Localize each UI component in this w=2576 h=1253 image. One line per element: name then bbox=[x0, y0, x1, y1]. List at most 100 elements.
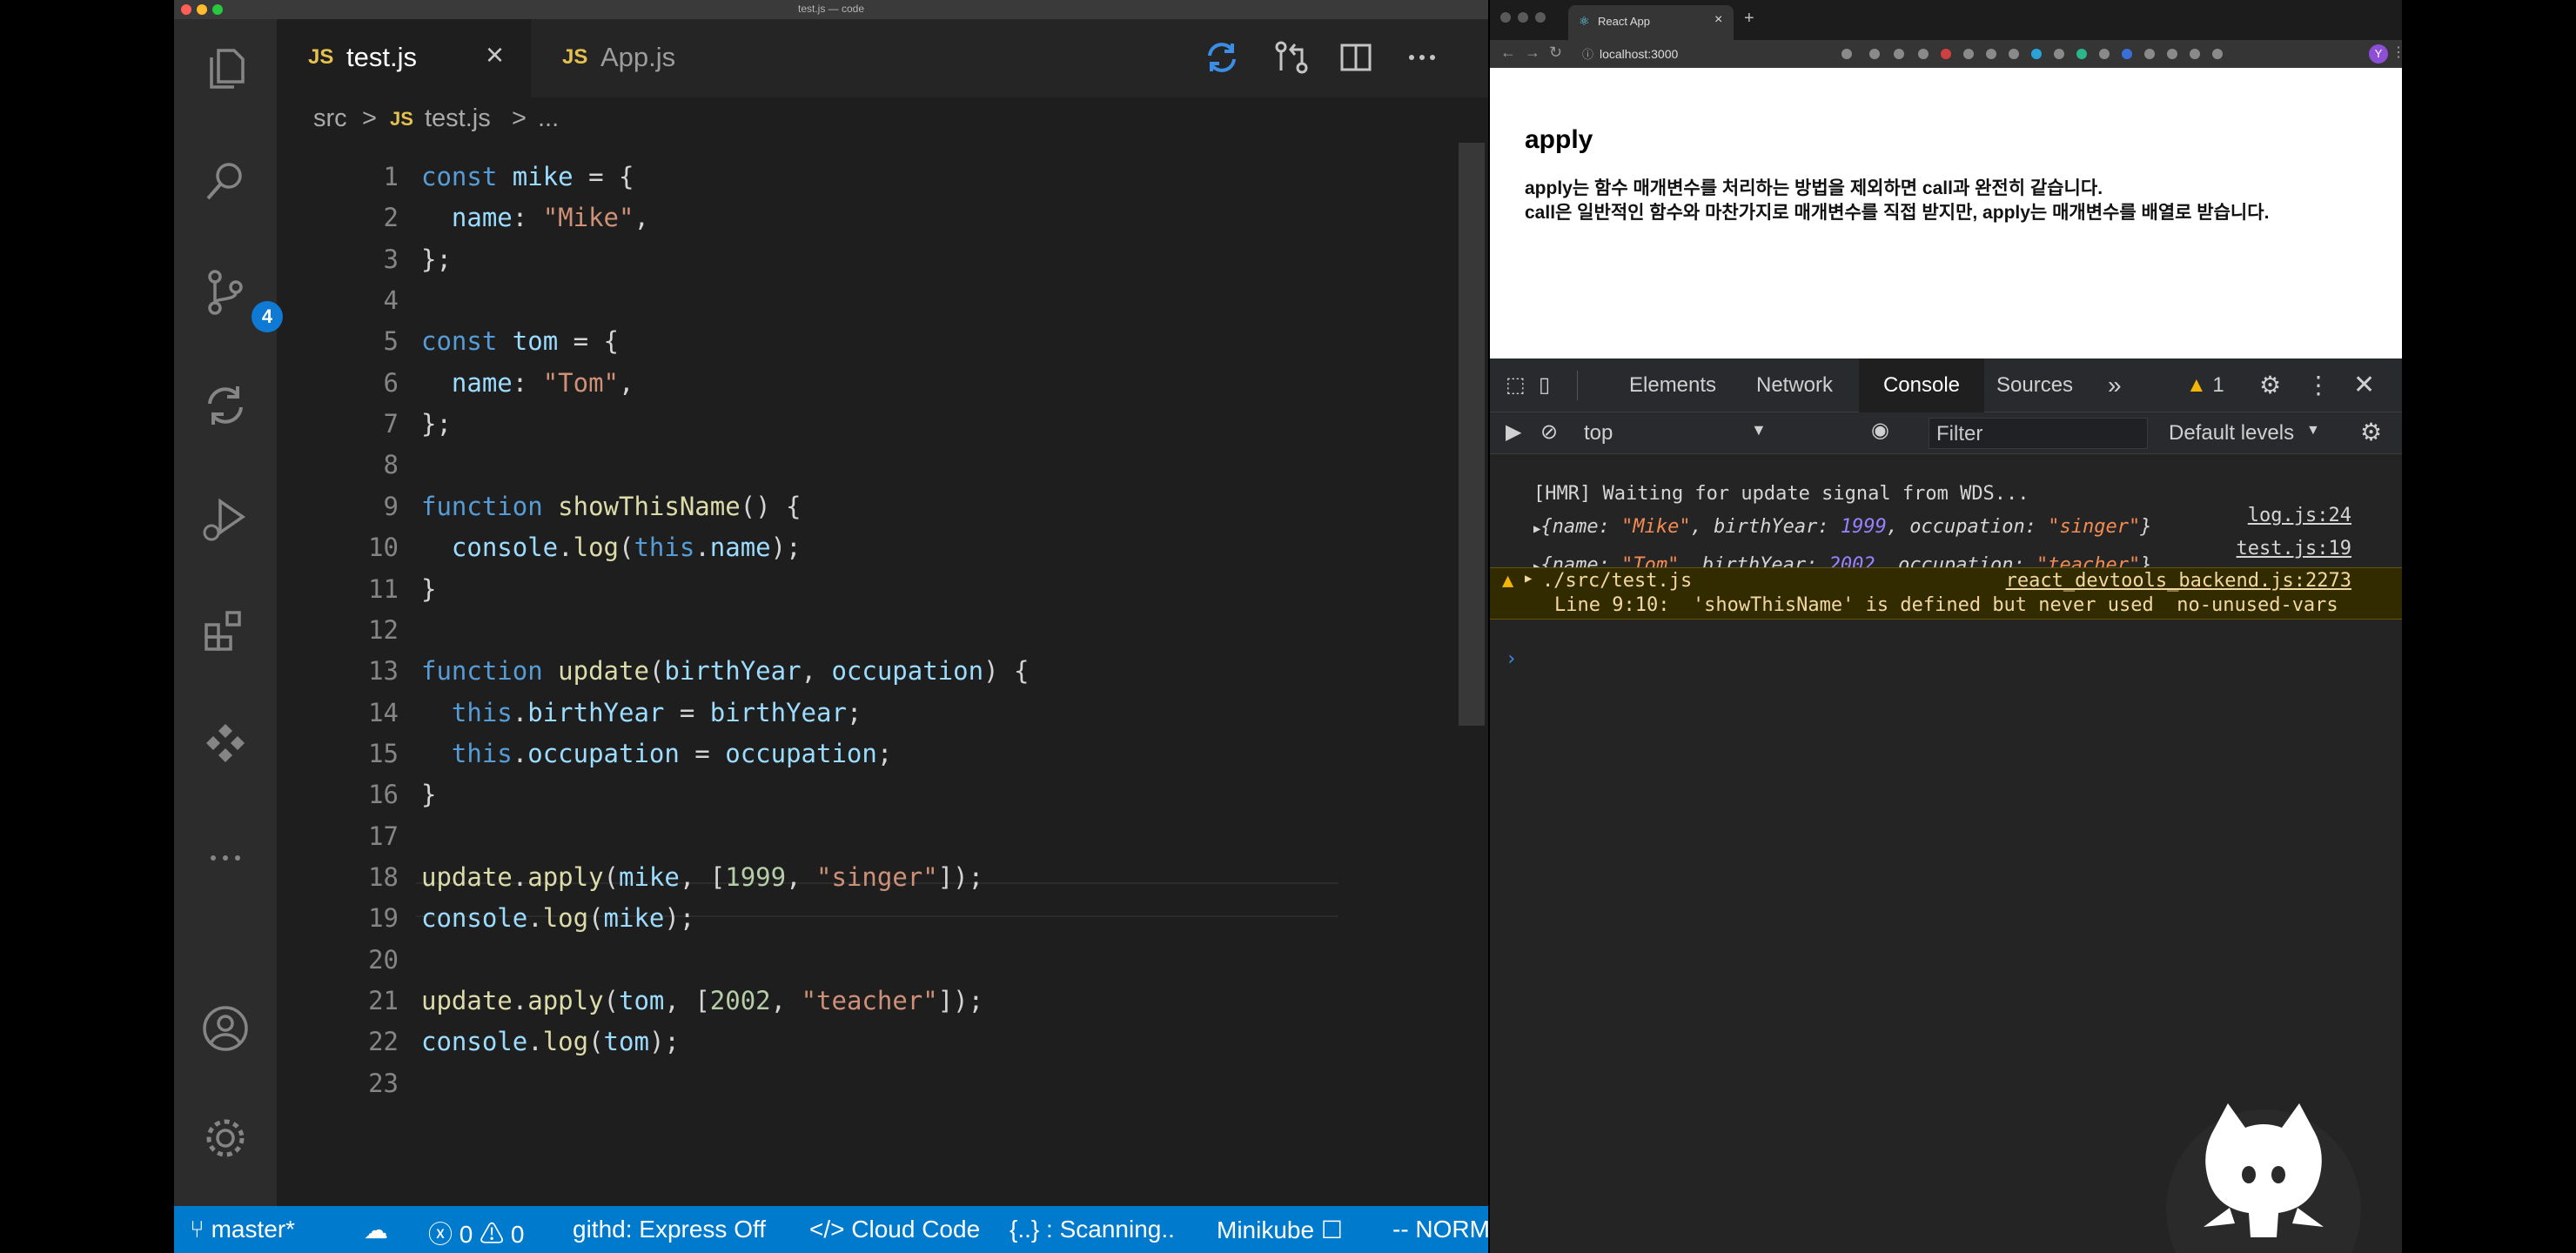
line-number: 18 bbox=[368, 862, 399, 892]
split-editor-icon[interactable] bbox=[1337, 38, 1375, 77]
expand-triangle-icon[interactable]: ▶ bbox=[1525, 572, 1532, 586]
browser-tab[interactable]: ⚛ React App × bbox=[1568, 5, 1734, 40]
live-expression-eye-icon[interactable]: ◉ bbox=[1871, 418, 1889, 443]
tab-elements[interactable]: Elements bbox=[1629, 358, 1716, 412]
code-line[interactable]: }; bbox=[421, 245, 452, 274]
line-number: 16 bbox=[368, 780, 399, 809]
source-control-icon[interactable]: 4 bbox=[199, 266, 283, 332]
code-line[interactable]: update.apply(mike, [1999, "singer"]); bbox=[421, 862, 983, 892]
line-number: 4 bbox=[383, 285, 399, 315]
search-icon[interactable] bbox=[199, 155, 252, 207]
dropdown-icon: ▼ bbox=[2306, 423, 2320, 438]
line-number: 5 bbox=[383, 326, 399, 356]
breadcrumb-separator: > bbox=[512, 104, 527, 132]
code-line[interactable]: this.birthYear = birthYear; bbox=[421, 698, 862, 727]
code-line[interactable]: const tom = { bbox=[421, 326, 619, 356]
githd-status[interactable]: githd: Express Off bbox=[573, 1216, 766, 1243]
profile-avatar[interactable]: Y bbox=[2369, 44, 2388, 64]
address-bar[interactable]: ⓘ localhost:3000 bbox=[1577, 44, 1829, 64]
open-changes-icon[interactable] bbox=[1272, 38, 1311, 77]
account-icon[interactable] bbox=[199, 1002, 252, 1055]
page-paragraph-1: apply는 함수 매개변수를 처리하는 방법을 제외하면 call과 완전히 … bbox=[1525, 178, 2103, 198]
branch-status[interactable]: ⑂ master* bbox=[190, 1216, 295, 1243]
tab-sources[interactable]: Sources bbox=[1996, 358, 2073, 412]
close-devtools-icon[interactable]: ✕ bbox=[2353, 358, 2375, 412]
tab-network[interactable]: Network bbox=[1756, 358, 1833, 412]
cloud-code-status[interactable]: </> Cloud Code bbox=[809, 1216, 980, 1243]
code-line[interactable]: update.apply(tom, [2002, "teacher"]); bbox=[421, 986, 983, 1015]
code-line[interactable]: console.log(mike); bbox=[421, 903, 694, 933]
context-selector[interactable]: top ▼ bbox=[1580, 416, 1772, 451]
browser-window: ⚛ React App × + ← → ↻ ⓘ localhost:3000 Y… bbox=[1490, 0, 2402, 1253]
devtools-menu-icon[interactable]: ⋮ bbox=[2306, 358, 2331, 412]
code-editor[interactable]: 1 2 3 4 5 6 7 8 9 10 11 12 13 14 15 16 17 18 19 20 21 22 23 co… bbox=[277, 143, 1488, 1206]
device-toolbar-icon[interactable]: ▯ bbox=[1539, 358, 1550, 412]
more-actions-icon[interactable] bbox=[1403, 38, 1441, 77]
js-file-icon: JS bbox=[390, 108, 413, 130]
code-line[interactable]: name: "Mike", bbox=[421, 203, 649, 232]
code-line[interactable]: const mike = { bbox=[421, 162, 634, 191]
tab-test-js[interactable]: JS test.js × bbox=[277, 19, 531, 97]
warning-icon: ⚠ bbox=[480, 1221, 511, 1248]
breadcrumb-folder[interactable]: src bbox=[313, 104, 347, 133]
forward-icon[interactable]: → bbox=[1525, 44, 1540, 62]
code-line[interactable]: } bbox=[421, 574, 436, 604]
tab-app-js[interactable]: JS App.js bbox=[531, 19, 766, 97]
warning-icon: ▲ bbox=[2186, 373, 2213, 397]
explorer-icon[interactable] bbox=[199, 42, 252, 94]
close-window-button[interactable] bbox=[1500, 12, 1511, 23]
reload-icon[interactable]: ↻ bbox=[1549, 44, 1562, 62]
remote-sync-icon[interactable] bbox=[199, 379, 252, 432]
extensions-icon[interactable] bbox=[199, 606, 252, 658]
run-debug-icon[interactable] bbox=[199, 492, 252, 545]
log-levels-dropdown[interactable]: Default levels ▼ bbox=[2158, 418, 2332, 449]
code-line[interactable]: name: "Tom", bbox=[421, 368, 634, 398]
code-line[interactable]: console.log(this.name); bbox=[421, 533, 802, 562]
code-line[interactable]: function showThisName() { bbox=[421, 492, 802, 521]
code-line[interactable]: console.log(tom); bbox=[421, 1027, 680, 1056]
title-bar: test.js — code bbox=[174, 0, 1488, 19]
sync-changes-icon[interactable] bbox=[1203, 38, 1241, 77]
more-icon[interactable] bbox=[199, 832, 252, 884]
more-tabs-icon[interactable]: » bbox=[2108, 358, 2122, 412]
publish-cloud-icon[interactable]: ☁ bbox=[364, 1216, 388, 1244]
error-icon: ⓧ bbox=[428, 1221, 460, 1248]
code-line[interactable]: }; bbox=[421, 409, 452, 439]
console-message: ▶{name: "Mike", birthYear: 1999, occupat… bbox=[1490, 494, 2402, 559]
minikube-status[interactable]: Minikube ☐ bbox=[1217, 1216, 1343, 1244]
devtools-settings-gear-icon[interactable]: ⚙ bbox=[2259, 358, 2281, 412]
code-line[interactable]: function update(birthYear, occupation) { bbox=[421, 656, 1029, 686]
tab-label: App.js bbox=[600, 42, 676, 72]
warning-counter[interactable]: ▲ 1 bbox=[2186, 358, 2224, 412]
minimize-window-button[interactable] bbox=[1518, 12, 1528, 23]
dropdown-icon: ▼ bbox=[1751, 421, 1767, 439]
code-line[interactable]: this.occupation = occupation; bbox=[421, 739, 892, 768]
problems-status[interactable]: ⓧ 0 ⚠ 0 bbox=[428, 1216, 525, 1250]
breadcrumb-file[interactable]: test.js bbox=[425, 104, 491, 133]
console-prompt[interactable]: › bbox=[1490, 626, 2402, 670]
settings-gear-icon[interactable] bbox=[199, 1112, 252, 1164]
code-line[interactable]: } bbox=[421, 780, 436, 809]
console-settings-gear-icon[interactable]: ⚙ bbox=[2360, 418, 2382, 446]
back-icon[interactable]: ← bbox=[1500, 44, 1516, 62]
inspect-element-icon[interactable]: ⬚ bbox=[1506, 358, 1526, 412]
js-file-icon: JS bbox=[562, 45, 588, 69]
breadcrumb-symbol[interactable]: ... bbox=[538, 104, 559, 133]
close-tab-icon[interactable]: × bbox=[1714, 12, 1722, 28]
browser-menu-icon[interactable]: ⋮ bbox=[2392, 44, 2402, 61]
editor-scrollbar[interactable] bbox=[1459, 143, 1485, 726]
kubernetes-icon[interactable] bbox=[199, 719, 252, 771]
console-filter-input[interactable]: Filter bbox=[1929, 418, 2148, 449]
scanning-status[interactable]: {..} : Scanning.. bbox=[1010, 1216, 1175, 1243]
clear-console-icon[interactable]: ⊘ bbox=[1540, 419, 1558, 445]
source-link[interactable]: react_devtools_backend.js:2273 bbox=[2006, 570, 2351, 592]
line-number: 19 bbox=[368, 903, 399, 933]
maximize-window-button[interactable] bbox=[1535, 12, 1546, 23]
page-paragraph-2: call은 일반적인 함수와 마찬가지로 매개변수를 직접 받지만, apply… bbox=[1525, 203, 2270, 223]
warning-icon: ▲ bbox=[1502, 570, 1514, 592]
square-icon: ☐ bbox=[1320, 1216, 1343, 1243]
tab-console[interactable]: Console bbox=[1859, 358, 1984, 412]
new-tab-icon[interactable]: + bbox=[1744, 9, 1754, 29]
show-sidebar-icon[interactable]: ▶ bbox=[1506, 419, 1521, 445]
close-tab-icon[interactable]: × bbox=[486, 37, 504, 73]
